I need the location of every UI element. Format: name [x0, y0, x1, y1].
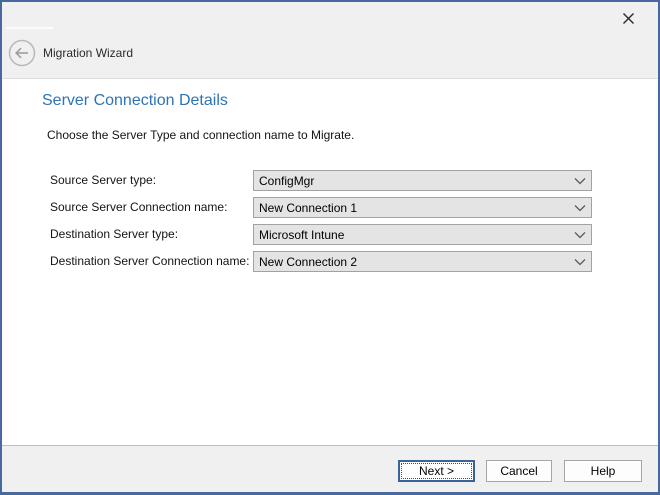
back-button[interactable] [8, 39, 36, 67]
field-label: Destination Server Connection name: [50, 251, 249, 272]
combobox-value: ConfigMgr [254, 174, 569, 188]
form-row-destination-connection-name: Destination Server Connection name: New … [2, 251, 658, 272]
wizard-title: Migration Wizard [43, 46, 133, 60]
cancel-button[interactable]: Cancel [486, 460, 552, 482]
titlebar-highlight [6, 27, 53, 29]
back-arrow-icon [8, 39, 36, 67]
field-label: Source Server type: [50, 170, 156, 191]
field-label: Source Server Connection name: [50, 197, 227, 218]
combobox-value: New Connection 2 [254, 255, 569, 269]
form-row-destination-server-type: Destination Server type: Microsoft Intun… [2, 224, 658, 245]
next-button[interactable]: Next > [398, 460, 475, 482]
chevron-down-icon [569, 231, 591, 239]
footer: Next > Cancel Help [2, 446, 658, 492]
source-server-type-combobox[interactable]: ConfigMgr [253, 170, 592, 191]
page-title: Server Connection Details [42, 92, 228, 110]
field-label: Destination Server type: [50, 224, 178, 245]
chevron-down-icon [569, 204, 591, 212]
help-button[interactable]: Help [564, 460, 642, 482]
source-connection-name-combobox[interactable]: New Connection 1 [253, 197, 592, 218]
wizard-header: Migration Wizard [2, 2, 658, 79]
close-button[interactable] [616, 6, 640, 30]
combobox-value: Microsoft Intune [254, 228, 569, 242]
close-icon [622, 12, 635, 25]
instruction-text: Choose the Server Type and connection na… [47, 128, 354, 142]
destination-connection-name-combobox[interactable]: New Connection 2 [253, 251, 592, 272]
form-row-source-server-type: Source Server type: ConfigMgr [2, 170, 658, 191]
chevron-down-icon [569, 258, 591, 266]
form-row-source-connection-name: Source Server Connection name: New Conne… [2, 197, 658, 218]
destination-server-type-combobox[interactable]: Microsoft Intune [253, 224, 592, 245]
chevron-down-icon [569, 177, 591, 185]
migration-wizard-dialog: Migration Wizard Server Connection Detai… [0, 0, 660, 495]
combobox-value: New Connection 1 [254, 201, 569, 215]
